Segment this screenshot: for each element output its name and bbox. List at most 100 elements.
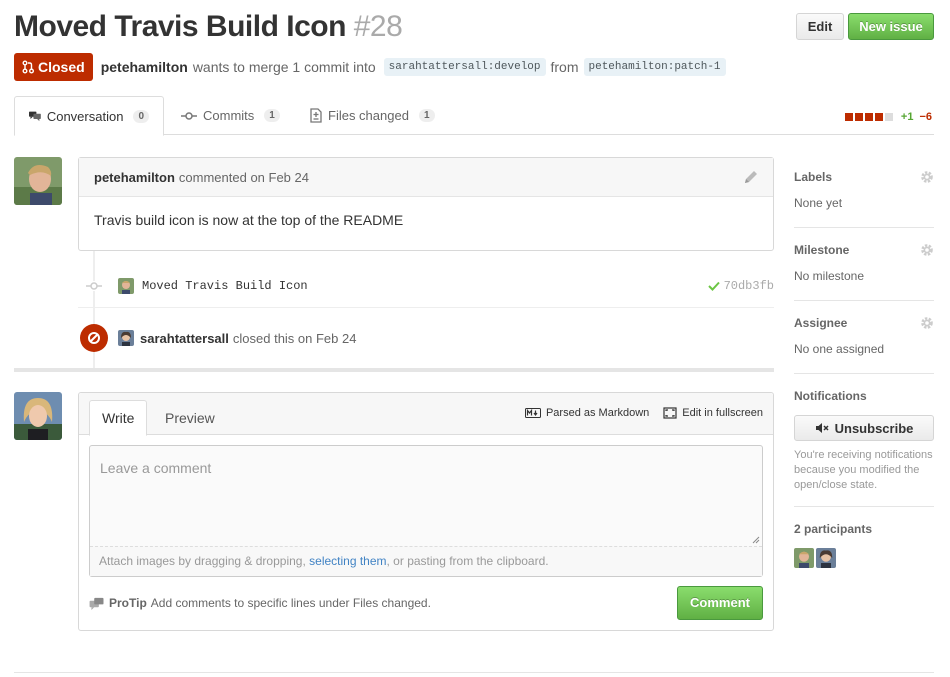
author-link[interactable]: petehamilton <box>101 59 188 75</box>
participant-avatars <box>794 548 934 568</box>
tab-files-changed[interactable]: Files changed 1 <box>296 96 449 135</box>
participants-heading: 2 participants <box>794 522 873 536</box>
diffstat-block <box>864 113 873 121</box>
gear-icon[interactable] <box>920 170 934 184</box>
assignee-heading: Assignee <box>794 316 848 330</box>
git-commit-icon <box>181 111 197 120</box>
protip: ProTip Add comments to specific lines un… <box>89 596 431 610</box>
avatar[interactable] <box>794 548 814 568</box>
tab-files-count: 1 <box>418 109 435 122</box>
diffstat-additions: +1 <box>900 111 914 123</box>
diffstat-block <box>854 113 863 121</box>
notification-note: You're receiving notifications because y… <box>794 449 933 491</box>
commit-event: Moved Travis Build Icon 70db3fb <box>78 264 774 308</box>
merge-text: wants to merge 1 commit into <box>192 59 376 75</box>
drop-suffix: , or pasting from the clipboard. <box>386 554 549 568</box>
unsubscribe-label: Unsubscribe <box>834 420 914 436</box>
pr-number: #28 <box>353 10 403 43</box>
diffstat-block <box>884 113 893 121</box>
diffstat-block <box>844 113 853 121</box>
diffstat-block <box>874 113 883 121</box>
markdown-help-link[interactable]: Parsed as Markdown <box>524 407 650 419</box>
commit-message[interactable]: Moved Travis Build Icon <box>142 279 308 293</box>
markdown-icon <box>524 408 541 418</box>
comment-action: commented on Feb 24 <box>178 169 309 185</box>
tab-conversation-label: Conversation <box>46 108 124 124</box>
comment-body: Travis build icon is now at the top of t… <box>94 212 404 228</box>
avatar <box>118 277 134 294</box>
drop-prefix: Attach images by dragging & dropping, <box>99 554 310 568</box>
comment-author[interactable]: petehamilton <box>94 170 175 185</box>
sidebar-assignee: Assignee No one assigned <box>794 316 934 374</box>
tab-commits-label: Commits <box>203 108 255 123</box>
commit-sha-link[interactable]: 70db3fb <box>707 278 774 293</box>
assignee-value: No one assigned <box>794 342 885 356</box>
gear-icon[interactable] <box>920 243 934 257</box>
comment-textarea[interactable]: Leave a comment Attach images by draggin… <box>89 445 763 577</box>
markdown-label: Parsed as Markdown <box>545 407 650 419</box>
sidebar-participants: 2 participants <box>794 522 934 568</box>
git-commit-icon <box>86 280 102 291</box>
head-branch: petehamilton:patch-1 <box>583 58 726 76</box>
select-files-link[interactable]: selecting them <box>309 554 386 568</box>
comment: petehamilton commented on Feb 24 Travis … <box>78 157 774 251</box>
comment-submit-button[interactable]: Comment <box>677 586 763 620</box>
tab-commits-count: 1 <box>264 109 280 122</box>
sidebar-labels: Labels None yet <box>794 170 934 228</box>
state-label: Closed <box>38 59 85 75</box>
milestone-heading: Milestone <box>794 243 850 257</box>
write-preview-tabs: Write Preview Parsed as Markdown Edit in… <box>79 393 773 436</box>
protip-text: Add comments to specific lines under Fil… <box>150 596 431 610</box>
labels-heading: Labels <box>794 170 833 184</box>
avatar[interactable] <box>14 157 62 205</box>
sidebar-notifications: Notifications Unsubscribe You're receivi… <box>794 389 934 507</box>
pr-tabs: Conversation 0 Commits 1 Files changed 1… <box>14 96 934 136</box>
state-badge: Closed <box>14 53 93 81</box>
new-issue-button[interactable]: New issue <box>848 13 934 40</box>
comment-discussion-icon <box>29 111 41 122</box>
close-actor[interactable]: sarahtattersall <box>140 331 229 346</box>
protip-label: ProTip <box>109 596 147 610</box>
resize-handle-icon[interactable] <box>752 536 760 544</box>
fullscreen-icon <box>663 407 677 419</box>
fullscreen-link[interactable]: Edit in fullscreen <box>663 407 763 419</box>
new-comment-form: Write Preview Parsed as Markdown Edit in… <box>78 392 774 631</box>
pr-meta: Closed petehamilton wants to merge 1 com… <box>14 53 731 81</box>
edit-button[interactable]: Edit <box>796 13 844 40</box>
diffstat: +1 −6 <box>844 111 932 123</box>
footer-divider <box>14 672 934 673</box>
attach-images-bar[interactable]: Attach images by dragging & dropping, se… <box>90 546 762 576</box>
notifications-heading: Notifications <box>794 389 867 403</box>
commit-sha: 70db3fb <box>723 278 774 293</box>
comment-placeholder: Leave a comment <box>100 460 212 476</box>
gear-icon[interactable] <box>920 316 934 330</box>
avatar-image <box>14 392 62 440</box>
comment-discussion-icon <box>89 597 104 610</box>
labels-value: None yet <box>794 196 843 210</box>
mute-icon <box>815 423 829 433</box>
pencil-icon[interactable] <box>743 169 759 185</box>
base-branch: sarahtattersall:develop <box>383 58 546 76</box>
editor-tools: Parsed as Markdown Edit in fullscreen <box>524 407 763 419</box>
tab-conversation-count: 0 <box>133 109 149 123</box>
file-diff-icon <box>310 108 322 123</box>
avatar <box>118 330 134 346</box>
discussion-separator <box>14 368 774 372</box>
tab-files-label: Files changed <box>328 108 409 123</box>
avatar[interactable] <box>816 548 836 568</box>
tab-commits[interactable]: Commits 1 <box>167 96 294 135</box>
unsubscribe-button[interactable]: Unsubscribe <box>794 415 934 441</box>
tab-preview[interactable]: Preview <box>153 400 227 436</box>
pr-title: Moved Travis Build Icon <box>14 10 346 43</box>
tab-write[interactable]: Write <box>89 400 148 436</box>
diffstat-deletions: −6 <box>919 111 932 123</box>
close-text: closed this on Feb 24 <box>232 330 357 346</box>
tab-conversation[interactable]: Conversation 0 <box>14 96 164 136</box>
pull-request-icon <box>22 60 34 74</box>
avatar[interactable] <box>14 392 62 440</box>
avatar-image <box>14 157 62 205</box>
milestone-value: No milestone <box>794 269 865 283</box>
check-icon <box>707 281 720 291</box>
sidebar-milestone: Milestone No milestone <box>794 243 934 301</box>
fullscreen-label: Edit in fullscreen <box>682 407 763 419</box>
